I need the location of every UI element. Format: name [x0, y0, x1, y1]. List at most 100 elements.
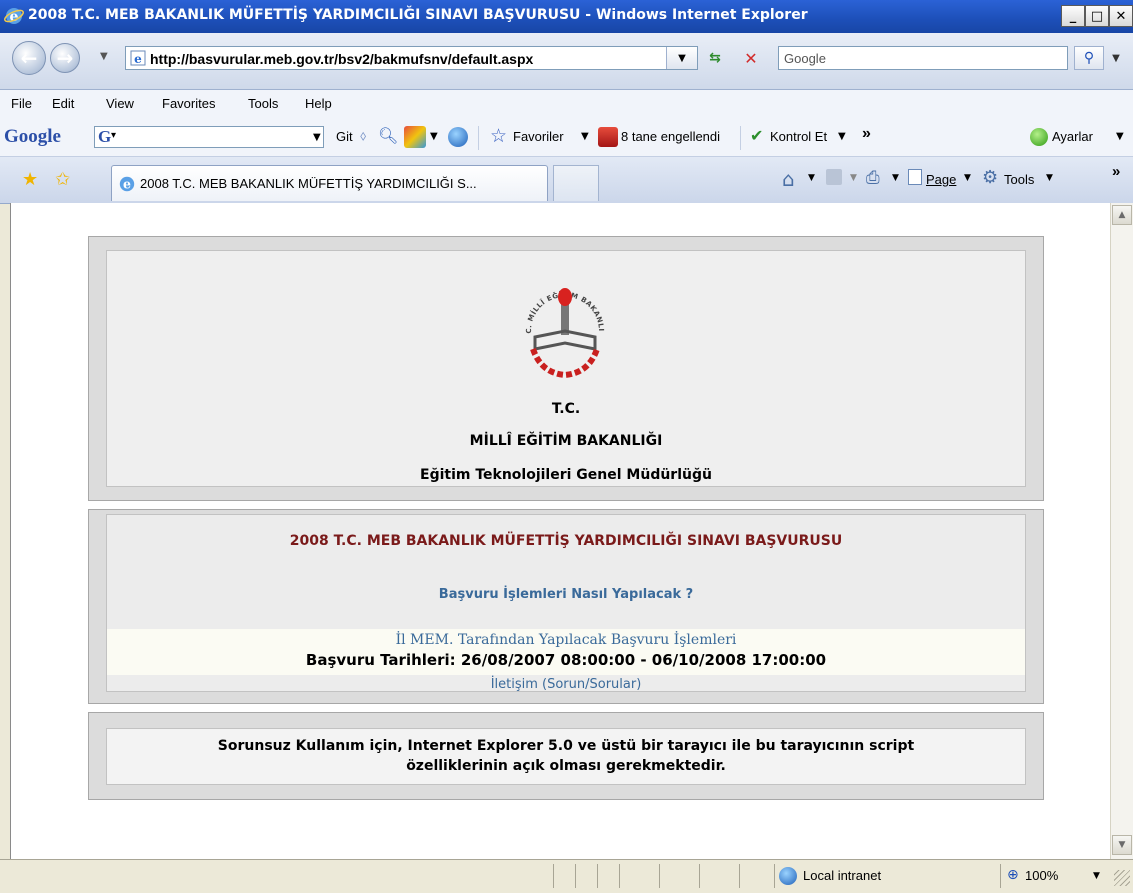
back-button[interactable]: ←: [12, 41, 46, 75]
minimize-button[interactable]: _: [1061, 5, 1085, 27]
home-icon[interactable]: ⌂: [782, 167, 795, 191]
toolbar-divider: [740, 126, 741, 150]
resize-grip[interactable]: [1114, 870, 1130, 886]
maximize-button[interactable]: □: [1085, 5, 1109, 27]
status-cell: [575, 864, 597, 888]
dates-strip: İl MEM. Tarafından Yapılacak Başvuru İşl…: [107, 629, 1025, 675]
tab-bar: ★ ✩ e 2008 T.C. MEB BAKANLIK MÜFETTİŞ YA…: [0, 157, 1133, 204]
window-title-bar[interactable]: e 2008 T.C. MEB BAKANLIK MÜFETTİŞ YARDIM…: [0, 0, 1133, 33]
feeds-icon[interactable]: [826, 169, 842, 185]
main-inner-panel: 2008 T.C. MEB BAKANLIK MÜFETTİŞ YARDIMCI…: [106, 514, 1026, 692]
scroll-up-button[interactable]: ▲: [1112, 205, 1132, 225]
toolbar-more-button[interactable]: »: [862, 125, 871, 143]
google-go-button[interactable]: Git: [336, 129, 353, 144]
menu-edit[interactable]: Edit: [52, 96, 74, 111]
chevron-down-icon[interactable]: ▼: [430, 131, 438, 142]
spellcheck-button[interactable]: Kontrol Et: [770, 129, 827, 144]
back-arrow-icon: ←: [20, 46, 38, 70]
google-favorites-button[interactable]: Favoriler: [513, 129, 564, 144]
address-dropdown-button[interactable]: ▼: [666, 47, 697, 69]
address-toolbar: ← → ▼ e http://basvurular.meb.gov.tr/bsv…: [0, 33, 1133, 90]
chevron-down-icon[interactable]: ▼: [808, 173, 815, 183]
zoom-control[interactable]: ⊕ 100% ▼: [1000, 864, 1110, 888]
status-cell: [659, 864, 699, 888]
command-bar-more-button[interactable]: »: [1112, 163, 1120, 180]
google-logo: Google: [4, 126, 61, 147]
chevron-down-icon[interactable]: ▼: [892, 173, 899, 183]
window-title: 2008 T.C. MEB BAKANLIK MÜFETTİŞ YARDIMCI…: [28, 7, 808, 23]
google-earth-icon[interactable]: [448, 127, 468, 147]
page-viewport: T.C. MİLLÎ EĞİTİM BAKANLIĞI T.C. MİLLÎ E…: [10, 203, 1111, 859]
chevron-down-icon[interactable]: ▼: [1116, 131, 1124, 142]
seal-text: T.C. MİLLÎ EĞİTİM BAKANLIĞI: [497, 275, 605, 334]
ie-icon: e: [119, 177, 135, 192]
ie-icon: e: [4, 8, 24, 25]
howto-link[interactable]: Başvuru İşlemleri Nasıl Yapılacak ?: [107, 587, 1025, 602]
close-button[interactable]: ✕: [1109, 5, 1133, 27]
svg-text:T.C. MİLLÎ EĞİTİM BAKANLIĞI: T.C. MİLLÎ EĞİTİM BAKANLIĞI: [497, 275, 605, 334]
menu-bar: File Edit View Favorites Tools Help: [0, 90, 1133, 118]
refresh-button[interactable]: ⇆: [700, 46, 730, 70]
security-zone[interactable]: Local intranet: [774, 864, 994, 888]
notice-line-2: özelliklerinin açık olması gerekmektedir…: [406, 758, 726, 774]
print-icon[interactable]: ⎙: [866, 168, 880, 188]
minimize-icon: _: [1069, 8, 1077, 24]
chevron-down-icon[interactable]: ▼: [1046, 173, 1053, 183]
header-panel: T.C. MİLLÎ EĞİTİM BAKANLIĞI T.C. MİLLÎ E…: [88, 236, 1044, 501]
vertical-scrollbar[interactable]: ▲ ▼: [1110, 203, 1133, 859]
recent-pages-chevron-icon[interactable]: ▼: [100, 51, 108, 62]
menu-file[interactable]: File: [11, 96, 32, 111]
status-cell: [739, 864, 774, 888]
new-tab-button[interactable]: [553, 165, 599, 201]
header-ministry-name: MİLLÎ EĞİTİM BAKANLIĞI: [469, 433, 663, 449]
settings-status-icon: [1030, 128, 1048, 146]
toolbar-divider: [478, 126, 479, 150]
add-favorite-star-icon[interactable]: ✩: [55, 169, 70, 190]
google-search-input[interactable]: G ▾: [94, 126, 324, 148]
star-icon[interactable]: ☆: [490, 125, 507, 147]
chevron-down-icon[interactable]: ▼: [838, 131, 846, 142]
settings-button[interactable]: Ayarlar: [1052, 129, 1093, 144]
chevron-down-icon: ▼: [1093, 871, 1100, 881]
notice-inner-panel: Sorunsuz Kullanım için, Internet Explore…: [106, 728, 1026, 785]
google-up-icon[interactable]: ⬨: [360, 128, 366, 144]
favorites-center-star-icon[interactable]: ★: [22, 169, 38, 190]
forward-button[interactable]: →: [50, 43, 80, 73]
page-icon: [908, 169, 922, 185]
popup-blocker-icon: [598, 127, 618, 147]
gear-icon: ⚙: [982, 167, 999, 188]
header-line-tc: T.C.: [551, 401, 581, 417]
menu-view[interactable]: View: [106, 96, 134, 111]
menu-tools[interactable]: Tools: [248, 96, 278, 111]
chevron-down-icon[interactable]: ▼: [581, 131, 589, 142]
search-options-button[interactable]: ▼: [1106, 46, 1126, 70]
chevron-down-icon[interactable]: ▼: [850, 173, 857, 183]
status-cell: [619, 864, 659, 888]
spellcheck-icon[interactable]: ✔: [750, 126, 763, 145]
page-menu-button[interactable]: Page: [926, 172, 956, 187]
menu-help[interactable]: Help: [305, 96, 332, 111]
scroll-down-icon: ▼: [1118, 840, 1126, 850]
svg-text:e: e: [134, 52, 142, 66]
contact-link[interactable]: İletişim (Sorun/Sorular): [107, 677, 1025, 692]
exam-title: 2008 T.C. MEB BAKANLIK MÜFETTİŞ YARDIMCI…: [289, 533, 843, 549]
tab-active[interactable]: e 2008 T.C. MEB BAKANLIK MÜFETTİŞ YARDIM…: [111, 165, 548, 201]
intranet-globe-icon: [779, 867, 797, 885]
chevron-down-icon: ▼: [1112, 52, 1120, 64]
forward-arrow-icon: →: [56, 46, 74, 70]
stop-button[interactable]: ✕: [736, 46, 766, 70]
tools-menu-button[interactable]: Tools: [1004, 172, 1034, 187]
ilmem-link[interactable]: İl MEM. Tarafından Yapılacak Başvuru İşl…: [107, 632, 1025, 648]
chevron-down-icon[interactable]: ▼: [964, 173, 971, 183]
search-button[interactable]: ⚲: [1074, 46, 1104, 70]
address-url-text: http://basvurular.meb.gov.tr/bsv2/bakmuf…: [150, 51, 534, 67]
search-input[interactable]: Google: [778, 46, 1068, 70]
popup-blocked-count[interactable]: 8 tane engellendi: [621, 129, 720, 144]
zoom-level: 100%: [1025, 868, 1059, 883]
address-input[interactable]: e http://basvurular.meb.gov.tr/bsv2/bakm…: [125, 46, 698, 70]
scroll-down-button[interactable]: ▼: [1112, 835, 1132, 855]
google-search-icon[interactable]: 🔍︎: [378, 126, 398, 145]
google-history-dropdown[interactable]: ▼: [313, 127, 327, 147]
menu-favorites[interactable]: Favorites: [162, 96, 215, 111]
google-news-icon[interactable]: [404, 126, 426, 148]
